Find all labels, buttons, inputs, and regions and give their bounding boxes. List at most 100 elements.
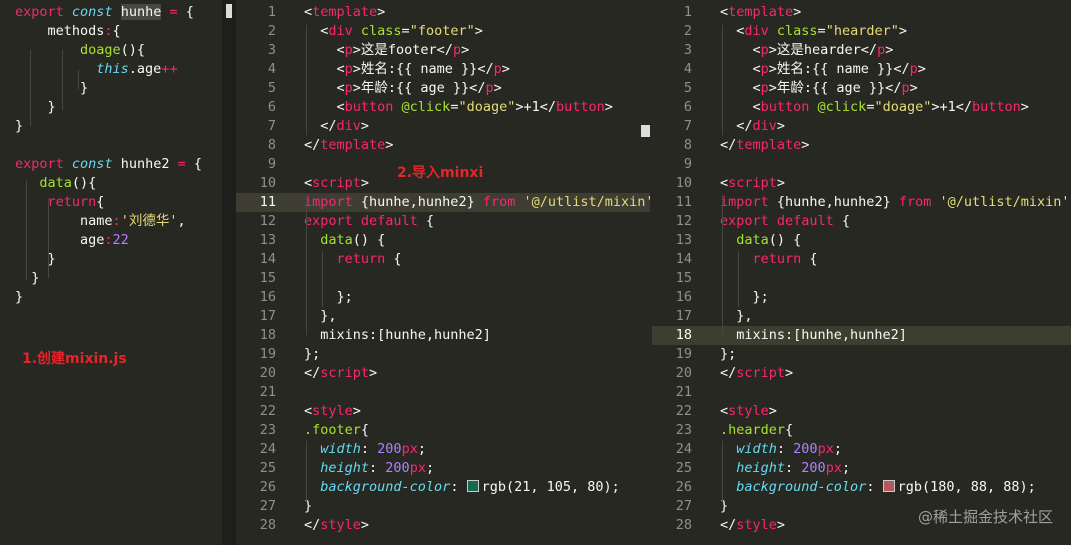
code-line[interactable]: data(){	[0, 174, 222, 193]
code-line[interactable]: 23 .footer{	[236, 421, 650, 440]
code-text: <p>姓名:{{ name }}</p>	[720, 60, 926, 79]
code-token: >	[360, 175, 370, 191]
code-line[interactable]: 16 };	[652, 288, 1071, 307]
code-line[interactable]: }	[0, 288, 222, 307]
code-token: };	[304, 346, 321, 362]
code-line[interactable]: }	[0, 250, 222, 269]
code-line[interactable]: methods:{	[0, 22, 222, 41]
code-line[interactable]: 5 <p>年龄:{{ age }}</p>	[652, 79, 1071, 98]
line-number: 4	[683, 61, 692, 77]
left-editor-pane[interactable]: export const hunhe = { methods:{ doage()…	[0, 0, 222, 545]
code-line[interactable]: }	[0, 117, 222, 136]
line-number: 16	[675, 289, 692, 305]
code-line[interactable]: 25 height: 200px;	[652, 459, 1071, 478]
code-line[interactable]: 25 height: 200px;	[236, 459, 650, 478]
code-line[interactable]: name:'刘德华',	[0, 212, 222, 231]
code-token: 200	[801, 460, 826, 476]
code-line[interactable]: 18 mixins:[hunhe,hunhe2]	[652, 326, 1071, 345]
code-line[interactable]: 11 import {hunhe,hunhe2} from '@/utlist/m…	[236, 193, 650, 212]
code-token: p	[344, 61, 353, 77]
code-text: width: 200px;	[304, 440, 426, 459]
code-line[interactable]: return{	[0, 193, 222, 212]
code-line[interactable]: 2 <div class="footer">	[236, 22, 650, 41]
code-line[interactable]: 15	[236, 269, 650, 288]
code-line[interactable]: 24 width: 200px;	[652, 440, 1071, 459]
code-line[interactable]: 10 <script>	[652, 174, 1071, 193]
color-swatch[interactable]	[466, 480, 479, 492]
code-line[interactable]: 8 </template>	[652, 136, 1071, 155]
code-line[interactable]: 27}	[236, 497, 650, 516]
code-line[interactable]: 12 export default {	[236, 212, 650, 231]
code-line[interactable]: 17 },	[652, 307, 1071, 326]
code-line[interactable]: 6 <button @click="doage">+1</button>	[236, 98, 650, 117]
code-line[interactable]: 1 <template>	[652, 3, 1071, 22]
code-line[interactable]: 14 return {	[236, 250, 650, 269]
code-token: .age	[128, 61, 162, 77]
code-token: name	[15, 213, 113, 229]
code-line[interactable]: 23 .hearder{	[652, 421, 1071, 440]
code-line[interactable]: 26 background-color: rgb(21, 105, 80);	[236, 478, 650, 497]
code-line[interactable]: 3 <p>这是footer</p>	[236, 41, 650, 60]
code-line[interactable]: 6 <button @click="doage">+1</button>	[652, 98, 1071, 117]
code-line[interactable]: 7 </div>	[652, 117, 1071, 136]
line-number: 13	[259, 232, 276, 248]
code-line[interactable]: export const hunhe2 = {	[0, 155, 222, 174]
code-line[interactable]: 2 <div class="hearder">	[652, 22, 1071, 41]
code-line[interactable]: }	[0, 269, 222, 288]
code-line[interactable]: this.age++	[0, 60, 222, 79]
code-line[interactable]: 26 background-color: rgb(180, 88, 88);	[652, 478, 1071, 497]
line-number: 21	[259, 384, 276, 400]
code-line[interactable]: 20 </script>	[236, 364, 650, 383]
code-line[interactable]	[0, 136, 222, 155]
code-line[interactable]: export const hunhe = {	[0, 3, 222, 22]
code-line[interactable]: 4 <p>姓名:{{ name }}</p>	[236, 60, 650, 79]
right-editor-pane[interactable]: 1 <template> 2 <div class="hearder"> 3 <p>这…	[652, 0, 1071, 545]
code-line[interactable]: 19};	[236, 345, 650, 364]
code-line[interactable]: 17 },	[236, 307, 650, 326]
code-line[interactable]: 21	[652, 383, 1071, 402]
code-line[interactable]: doage(){	[0, 41, 222, 60]
code-line[interactable]: 16 };	[236, 288, 650, 307]
code-token: </	[720, 118, 753, 134]
color-swatch[interactable]	[882, 480, 895, 492]
code-line[interactable]: 19};	[652, 345, 1071, 364]
code-line[interactable]: 22 <style>	[652, 402, 1071, 421]
code-line[interactable]: age:22	[0, 231, 222, 250]
code-token: {	[809, 251, 818, 267]
code-line[interactable]: 21	[236, 383, 650, 402]
code-token: background-color	[304, 479, 451, 495]
line-number: 3	[267, 42, 276, 58]
code-line[interactable]: 11 import {hunhe,hunhe2} from '@/utlist/m…	[652, 193, 1071, 212]
code-line[interactable]: 13 data() {	[236, 231, 650, 250]
pane-divider[interactable]	[222, 0, 236, 545]
code-text: <p>这是hearder</p>	[720, 41, 894, 60]
code-line[interactable]: 13 data() {	[652, 231, 1071, 250]
code-token: =	[817, 23, 826, 39]
middle-editor-pane[interactable]: 1 <template> 2 <div class="footer"> 3 <p>这是…	[236, 0, 650, 545]
scrollbar-thumb-middle[interactable]	[641, 125, 650, 137]
code-line[interactable]: 22 <style>	[236, 402, 650, 421]
code-line[interactable]: 4 <p>姓名:{{ name }}</p>	[652, 60, 1071, 79]
code-line[interactable]: 12 export default {	[652, 212, 1071, 231]
code-line[interactable]: 3 <p>这是hearder</p>	[652, 41, 1071, 60]
code-line[interactable]: 5 <p>年龄:{{ age }}</p>	[236, 79, 650, 98]
code-token: >	[385, 137, 394, 153]
code-line[interactable]: 28 </style>	[236, 516, 650, 535]
scrollbar-thumb-left[interactable]	[226, 4, 232, 18]
code-line[interactable]: 14 return {	[652, 250, 1071, 269]
code-line[interactable]: }	[0, 98, 222, 117]
code-line[interactable]: }	[0, 79, 222, 98]
code-token: >	[776, 517, 786, 533]
code-token: style	[320, 517, 361, 533]
code-line[interactable]: 8 </template>	[236, 136, 650, 155]
code-line[interactable]: 9	[652, 155, 1071, 174]
code-text: export const hunhe2 = {	[15, 155, 202, 174]
code-line[interactable]: 18 mixins:[hunhe,hunhe2]	[236, 326, 650, 345]
code-line[interactable]: 20 </script>	[652, 364, 1071, 383]
code-line[interactable]: 24 width: 200px;	[236, 440, 650, 459]
code-line[interactable]: 15	[652, 269, 1071, 288]
code-token: import	[304, 194, 361, 210]
code-text: }	[15, 250, 56, 269]
code-line[interactable]: 7 </div>	[236, 117, 650, 136]
code-line[interactable]: 1 <template>	[236, 3, 650, 22]
